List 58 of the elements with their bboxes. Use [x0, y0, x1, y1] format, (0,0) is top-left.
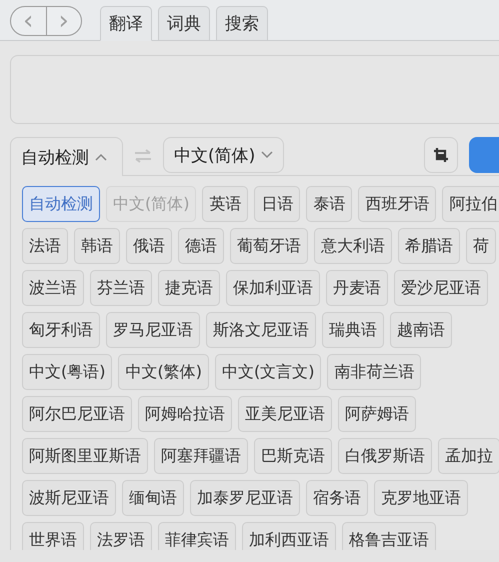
language-option[interactable]: 荷	[466, 228, 496, 264]
language-option[interactable]: 阿姆哈拉语	[138, 396, 232, 432]
language-option[interactable]: 孟加拉	[438, 438, 499, 474]
language-option[interactable]: 克罗地亚语	[374, 480, 468, 516]
language-option[interactable]: 自动检测	[22, 186, 100, 222]
language-option[interactable]: 阿萨姆语	[338, 396, 416, 432]
language-option[interactable]: 中文(文言文)	[214, 354, 322, 390]
language-option[interactable]: 南非荷兰语	[327, 354, 422, 390]
language-option[interactable]: 保加利亚语	[226, 270, 320, 306]
language-option[interactable]: 法语	[22, 228, 68, 264]
language-option[interactable]: 意大利语	[314, 228, 392, 264]
language-option[interactable]: 中文(粤语)	[22, 354, 112, 390]
language-option[interactable]: 菲律宾语	[158, 522, 236, 550]
language-option[interactable]: 加泰罗尼亚语	[190, 480, 300, 516]
language-option[interactable]: 阿拉伯	[442, 186, 499, 222]
language-option[interactable]: 爱沙尼亚语	[394, 270, 488, 306]
source-language-dropdown[interactable]: 自动检测	[10, 137, 123, 176]
language-option[interactable]: 缅甸语	[122, 480, 184, 516]
language-option[interactable]: 波兰语	[22, 270, 84, 306]
tab[interactable]: 词典	[158, 6, 210, 40]
language-option[interactable]: 格鲁吉亚语	[342, 522, 436, 550]
language-option[interactable]: 世界语	[22, 522, 84, 550]
language-option[interactable]: 巴斯克语	[254, 438, 332, 474]
language-option[interactable]: 中文(繁体)	[118, 354, 209, 390]
language-option[interactable]: 英语	[202, 186, 248, 222]
caret-icon	[261, 151, 274, 159]
tab[interactable]: 翻译	[100, 6, 152, 41]
caret-icon	[95, 153, 107, 161]
language-option[interactable]: 葡萄牙语	[230, 228, 308, 264]
crop-icon	[433, 147, 449, 163]
language-option[interactable]: 阿尔巴尼亚语	[22, 396, 132, 432]
language-option[interactable]: 德语	[178, 228, 224, 264]
language-option[interactable]: 芬兰语	[90, 270, 152, 306]
language-option[interactable]: 罗马尼亚语	[106, 312, 200, 348]
language-option[interactable]: 丹麦语	[326, 270, 388, 306]
language-option[interactable]: 阿塞拜疆语	[154, 438, 248, 474]
language-option[interactable]: 宿务语	[306, 480, 368, 516]
language-option[interactable]: 日语	[254, 186, 300, 222]
language-option[interactable]: 斯洛文尼亚语	[206, 312, 316, 348]
language-option[interactable]: 亚美尼亚语	[238, 396, 332, 432]
crop-icon-button[interactable]	[424, 137, 458, 173]
language-option[interactable]: 泰语	[306, 186, 352, 222]
language-option[interactable]: 俄语	[126, 228, 172, 264]
language-option[interactable]: 匈牙利语	[22, 312, 100, 348]
translate-button[interactable]	[469, 137, 499, 173]
language-option[interactable]: 西班牙语	[358, 186, 436, 222]
language-option[interactable]: 白俄罗斯语	[338, 438, 432, 474]
language-option[interactable]: 加利西亚语	[242, 522, 336, 550]
tab[interactable]: 搜索	[216, 6, 268, 40]
language-option[interactable]: 法罗语	[90, 522, 152, 550]
language-option[interactable]: 瑞典语	[322, 312, 384, 348]
language-option[interactable]: 波斯尼亚语	[22, 480, 116, 516]
language-option[interactable]: 阿斯图里亚斯语	[22, 438, 148, 474]
language-option[interactable]: 捷克语	[158, 270, 220, 306]
language-option[interactable]: 希腊语	[398, 228, 460, 264]
target-language-dropdown[interactable]: 中文(简体)	[163, 137, 284, 173]
language-option[interactable]: 韩语	[74, 228, 120, 264]
language-option[interactable]: 越南语	[390, 312, 452, 348]
